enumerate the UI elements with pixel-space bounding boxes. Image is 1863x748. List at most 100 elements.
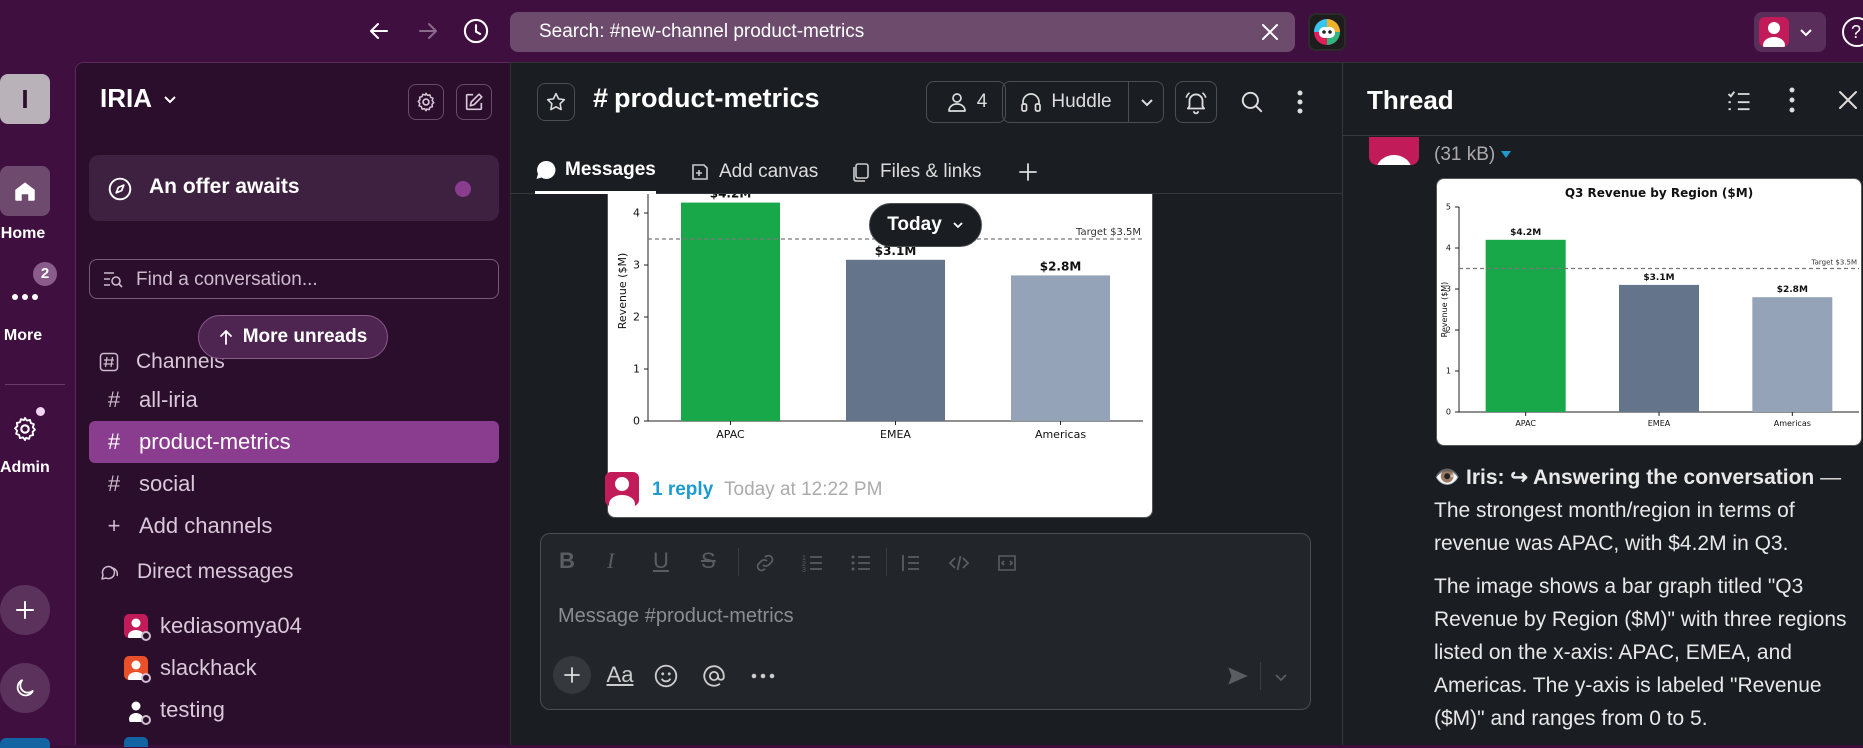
y-axis-label: Revenue ($M) — [616, 253, 629, 329]
chevron-down-icon — [164, 95, 176, 103]
workspace-initial: I — [21, 83, 29, 114]
huddle-button[interactable]: Huddle — [1003, 82, 1128, 122]
strikethrough-icon[interactable]: S — [701, 548, 716, 574]
today-date-divider[interactable]: Today — [869, 203, 982, 247]
avatar — [124, 656, 151, 683]
workspace-name-button[interactable]: IRIA — [100, 83, 178, 114]
underline-icon[interactable]: U — [653, 548, 669, 574]
reply-count-link[interactable]: 1 reply — [652, 479, 713, 501]
channel-label: product-metrics — [139, 429, 291, 454]
workspace-rail: I Home 2 More Admin — [0, 62, 75, 748]
channels-section-icon — [99, 352, 119, 372]
gear-icon — [14, 416, 36, 442]
compose-button[interactable] — [456, 84, 492, 120]
compose-icon — [465, 93, 483, 111]
dm-item-kediasomya04[interactable]: kediasomya04 — [89, 605, 302, 647]
settings-button[interactable] — [408, 84, 444, 120]
forward-arrow-icon[interactable] — [411, 14, 445, 48]
more-label: More — [3, 327, 43, 344]
close-icon[interactable] — [1837, 89, 1859, 111]
send-icon[interactable] — [1225, 663, 1251, 689]
x-tick-label: Americas — [1035, 428, 1086, 441]
thread-chart-image[interactable]: Q3 Revenue by Region ($M) 0 1 2 3 4 5 Revenue (… — [1436, 178, 1862, 446]
bold-icon[interactable]: B — [559, 548, 575, 574]
more-unreads-label: More unreads — [242, 326, 368, 347]
italic-icon[interactable]: I — [607, 548, 614, 574]
more-actions-icon[interactable] — [751, 673, 775, 679]
plus-icon — [564, 667, 580, 683]
notifications-button[interactable] — [1175, 81, 1217, 123]
channel-sidebar: IRIA An offer awaits Find a conversation… — [75, 62, 510, 747]
code-block-icon — [998, 555, 1016, 571]
tab-add-canvas[interactable]: Add canvas — [689, 153, 818, 194]
file-size-toggle[interactable]: (31 kB) — [1434, 144, 1512, 166]
tab-messages[interactable]: Messages — [535, 153, 656, 194]
hash-icon: # — [593, 83, 609, 113]
y-tick-label: 2 — [633, 311, 640, 324]
bar-chart: Q3 Revenue by Region ($M)012345Revenue (… — [1440, 186, 1859, 428]
dm-item-testing[interactable]: testing — [89, 689, 225, 731]
bar-americas — [1752, 297, 1833, 412]
answer-text: The strongest month/region in terms of r… — [1434, 499, 1795, 555]
search-channel-button[interactable] — [1231, 81, 1273, 123]
slackbot-ai-icon[interactable] — [1308, 13, 1346, 51]
history-clock-icon[interactable] — [459, 14, 493, 48]
svg-text:3: 3 — [802, 567, 806, 574]
channel-more-button[interactable] — [1283, 81, 1317, 123]
chevron-down-icon — [1798, 24, 1814, 40]
ordered-list-icon: 123 — [802, 555, 822, 574]
home-button[interactable] — [0, 166, 50, 216]
eye-icon: 👁️ — [1434, 466, 1461, 489]
search-bar[interactable]: Search: #new-channel product-metrics — [510, 12, 1295, 52]
channel-item-product-metrics[interactable]: # product-metrics — [89, 421, 499, 463]
clear-search-icon[interactable] — [1258, 20, 1282, 44]
theme-toggle-button[interactable] — [0, 663, 50, 713]
dm-avatar-peek — [124, 737, 148, 747]
offer-dot — [455, 181, 471, 197]
help-icon[interactable]: ? — [1842, 17, 1863, 47]
attach-plus-button[interactable] — [553, 656, 591, 694]
mention-icon[interactable] — [701, 663, 727, 689]
bar-data-label: $2.8M — [1777, 285, 1808, 295]
add-tab-button[interactable] — [1011, 155, 1045, 189]
members-button[interactable]: 4 — [926, 81, 1006, 123]
bar-data-label: $3.1M — [1643, 273, 1674, 283]
top-bar: Search: #new-channel product-metrics ? — [0, 0, 1863, 62]
find-conversation-input[interactable]: Find a conversation... — [89, 259, 499, 299]
channels-header[interactable]: Channels — [89, 350, 225, 374]
channel-title[interactable]: # product-metrics — [593, 83, 820, 114]
y-tick-label: 0 — [1446, 408, 1451, 417]
thread-list-icon[interactable] — [1725, 87, 1753, 115]
tab-files-links[interactable]: Files & links — [850, 153, 981, 194]
reply-avatar — [605, 472, 639, 506]
channel-item-all-iria[interactable]: # all-iria — [89, 379, 499, 421]
avatar — [124, 614, 151, 641]
channel-item-social[interactable]: # social — [89, 463, 499, 505]
add-channels-button[interactable]: + Add channels — [89, 505, 499, 547]
kebab-menu-icon[interactable] — [1789, 87, 1795, 113]
dm-header[interactable]: Direct messages — [89, 560, 293, 584]
more-unreads-button[interactable]: More unreads — [198, 315, 388, 359]
bell-icon — [1185, 92, 1207, 115]
y-tick-label: 0 — [633, 415, 640, 428]
offer-banner[interactable]: An offer awaits — [89, 155, 499, 221]
x-tick-label: APAC — [1515, 419, 1536, 428]
workspace-switcher[interactable]: I — [0, 74, 50, 124]
bar-apac — [1485, 239, 1566, 412]
user-menu-button[interactable] — [1754, 12, 1826, 52]
emoji-icon[interactable] — [653, 663, 679, 689]
more-dots-icon — [12, 294, 38, 300]
add-workspace-button[interactable] — [0, 585, 50, 635]
y-tick-label: 4 — [633, 207, 640, 220]
formatting-toggle-button[interactable]: Aa — [603, 658, 637, 692]
message-composer[interactable]: B I U S 123 Message #product-metrics Aa — [540, 533, 1311, 710]
star-channel-button[interactable] — [537, 83, 575, 121]
dm-item-slackhack[interactable]: slackhack — [89, 647, 257, 689]
back-arrow-icon[interactable] — [362, 14, 396, 48]
workspace-avatar-peek — [0, 738, 50, 748]
avatar — [124, 698, 151, 725]
huddle-options-chevron-icon[interactable] — [1129, 82, 1164, 122]
send-options-chevron-icon[interactable] — [1274, 670, 1288, 684]
find-placeholder: Find a conversation... — [136, 269, 318, 290]
plus-icon — [16, 601, 34, 619]
